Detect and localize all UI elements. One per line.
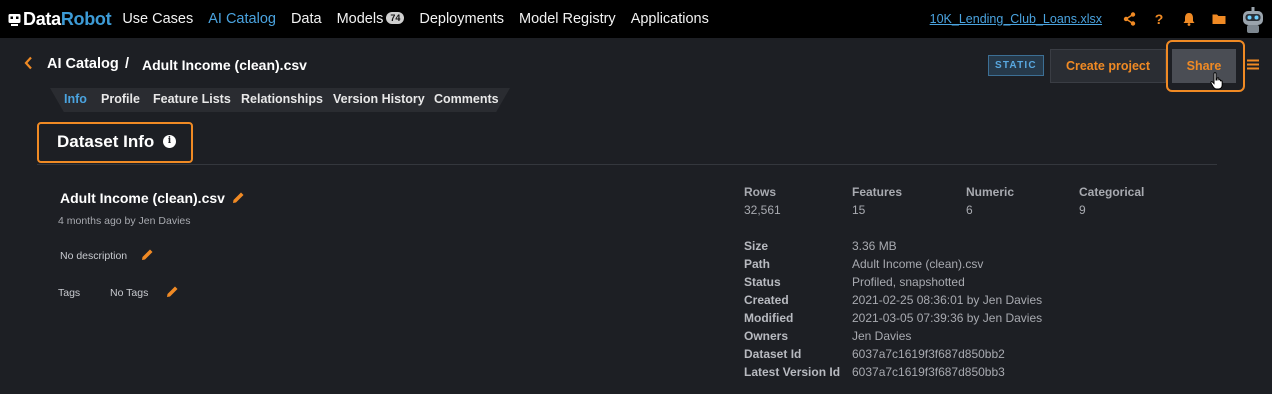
stat-numeric-value: 6 (966, 203, 973, 217)
nav-data[interactable]: Data (291, 11, 322, 27)
tab-version-history[interactable]: Version History (333, 92, 425, 106)
prop-owners-label: Owners (744, 329, 789, 343)
stat-rows-value: 32,561 (744, 203, 781, 217)
prop-path-label: Path (744, 257, 771, 271)
tab-relationships[interactable]: Relationships (241, 92, 323, 106)
nav-use-cases[interactable]: Use Cases (122, 11, 193, 27)
models-count-badge: 74 (386, 12, 405, 24)
stat-categorical-label: Categorical (1079, 185, 1145, 199)
tags-value: No Tags (110, 287, 149, 299)
stat-features-label: Features (852, 185, 903, 199)
datarobot-logo[interactable]: Data Robot (8, 8, 112, 30)
prop-created-label: Created (744, 293, 789, 307)
user-avatar[interactable] (1236, 2, 1270, 36)
nav-ai-catalog[interactable]: AI Catalog (208, 11, 276, 27)
dataset-description: No description (60, 250, 128, 262)
breadcrumb-current-dataset: Adult Income (clean).csv (142, 57, 307, 73)
tab-info[interactable]: Info (64, 92, 87, 106)
dataset-name: Adult Income (clean).csv (60, 190, 225, 206)
stat-numeric-label: Numeric (966, 185, 1015, 199)
prop-dataset-id-label: Dataset Id (744, 347, 802, 361)
section-title: Dataset Info (57, 132, 155, 151)
edit-name-pencil-icon[interactable] (232, 191, 245, 207)
current-project-link[interactable]: 10K_Lending_Club_Loans.xlsx (930, 12, 1102, 26)
nav-deployments[interactable]: Deployments (419, 11, 504, 27)
notification-bell-icon[interactable] (1174, 0, 1204, 38)
nav-model-registry[interactable]: Model Registry (519, 11, 616, 27)
stat-categorical-value: 9 (1079, 203, 1086, 217)
prop-size-label: Size (744, 239, 769, 253)
edit-tags-pencil-icon[interactable] (166, 285, 179, 301)
breadcrumb-separator: / (125, 56, 130, 72)
static-badge: STATIC (988, 55, 1044, 76)
section-divider (37, 164, 1217, 165)
prop-owners-value: Jen Davies (852, 329, 912, 343)
folder-icon[interactable] (1204, 0, 1234, 38)
prop-path-value: Adult Income (clean).csv (852, 257, 984, 271)
prop-latest-version-id-value: 6037a7c1619f3f687d850bb3 (852, 365, 1005, 379)
top-navigation: Data Robot Use Cases AI Catalog Data Mode… (0, 0, 1272, 38)
nav-models-label: Models (336, 11, 384, 27)
prop-latest-version-id-label: Latest Version Id (744, 365, 841, 379)
datarobot-logo-icon (8, 13, 21, 26)
hamburger-menu-icon[interactable] (1247, 57, 1259, 74)
prop-dataset-id-value: 6037a7c1619f3f687d850bb2 (852, 347, 1005, 361)
logo-text-data: Data (23, 8, 61, 29)
page-header: AI Catalog / Adult Income (clean).csv ST… (0, 40, 1272, 92)
tab-comments[interactable]: Comments (434, 92, 499, 106)
prop-status-label: Status (744, 275, 781, 289)
nav-applications[interactable]: Applications (631, 11, 709, 27)
prop-modified-value: 2021-03-05 07:39:36 by Jen Davies (852, 311, 1043, 325)
prop-status-value: Profiled, snapshotted (852, 275, 965, 289)
hand-cursor-icon (1210, 72, 1224, 90)
stat-rows-label: Rows (744, 185, 777, 199)
nav-models[interactable]: Models 74 (337, 11, 405, 27)
tab-feature-lists[interactable]: Feature Lists (153, 92, 231, 106)
help-icon[interactable]: ? (1144, 0, 1174, 38)
share-button[interactable]: Share (1172, 49, 1236, 83)
info-icon[interactable]: i (163, 135, 176, 148)
edit-description-pencil-icon[interactable] (141, 248, 154, 264)
back-chevron-icon[interactable] (24, 56, 33, 75)
share-icon[interactable] (1114, 0, 1144, 38)
prop-modified-label: Modified (744, 311, 794, 325)
logo-text-robot: Robot (60, 8, 112, 29)
prop-size-value: 3.36 MB (852, 239, 897, 253)
breadcrumb-ai-catalog[interactable]: AI Catalog (47, 56, 119, 72)
stat-features-value: 15 (852, 203, 866, 217)
create-project-button[interactable]: Create project (1050, 49, 1166, 83)
tab-profile[interactable]: Profile (101, 92, 140, 106)
tags-label: Tags (58, 287, 81, 299)
prop-created-value: 2021-02-25 08:36:01 by Jen Davies (852, 293, 1043, 307)
dataset-meta: 4 months ago by Jen Davies (58, 215, 191, 227)
